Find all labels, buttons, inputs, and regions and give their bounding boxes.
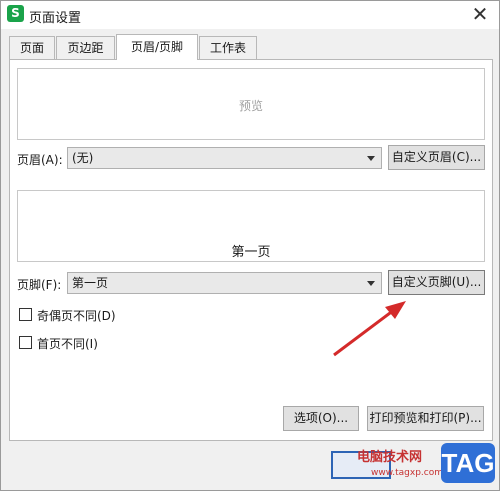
watermark: 电脑技术网 www.tagxp.com TAG (349, 440, 499, 490)
footer-label: 页脚(F): (17, 278, 62, 292)
custom-footer-button[interactable]: 自定义页脚(U)... (388, 270, 485, 295)
watermark-url: www.tagxp.com (371, 468, 443, 478)
footer-select[interactable]: 第一页 (67, 272, 382, 294)
chevron-down-icon (367, 156, 375, 161)
tab-sheet[interactable]: 工作表 (199, 36, 257, 60)
title-bar: S 页面设置 ✕ (1, 1, 499, 29)
header-select[interactable]: (无) (67, 147, 382, 169)
tab-margins[interactable]: 页边距 (56, 36, 115, 60)
header-preview-box: 预览 (17, 68, 485, 140)
first-page-different-checkbox[interactable] (19, 336, 32, 349)
tab-page[interactable]: 页面 (9, 36, 55, 60)
chevron-down-icon (367, 281, 375, 286)
page-setup-dialog: S 页面设置 ✕ 页面 页边距 页眉/页脚 工作表 预览 页眉(A): (无) … (0, 0, 500, 491)
header-footer-panel: 预览 页眉(A): (无) 自定义页眉(C)... 第一页 页脚(F): 第一页… (9, 59, 493, 441)
tag-logo: TAG (441, 443, 495, 483)
watermark-site-name: 电脑技术网 (357, 450, 423, 465)
odd-even-different-label: 奇偶页不同(D) (37, 309, 116, 323)
tab-header-footer[interactable]: 页眉/页脚 (116, 34, 198, 60)
first-page-different-label: 首页不同(I) (37, 337, 98, 351)
header-label: 页眉(A): (17, 153, 63, 167)
footer-preview-box: 第一页 (17, 190, 485, 262)
print-preview-button[interactable]: 打印预览和打印(P)... (367, 406, 484, 431)
dialog-title: 页面设置 (29, 11, 82, 26)
footer-select-value: 第一页 (72, 276, 109, 290)
header-select-value: (无) (72, 151, 94, 165)
custom-header-button[interactable]: 自定义页眉(C)... (388, 145, 485, 170)
odd-even-different-checkbox[interactable] (19, 308, 32, 321)
footer-preview-text: 第一页 (231, 245, 271, 260)
options-button[interactable]: 选项(O)... (283, 406, 359, 431)
close-icon[interactable]: ✕ (469, 4, 491, 26)
app-icon: S (7, 5, 24, 22)
header-preview-text: 预览 (238, 99, 263, 113)
